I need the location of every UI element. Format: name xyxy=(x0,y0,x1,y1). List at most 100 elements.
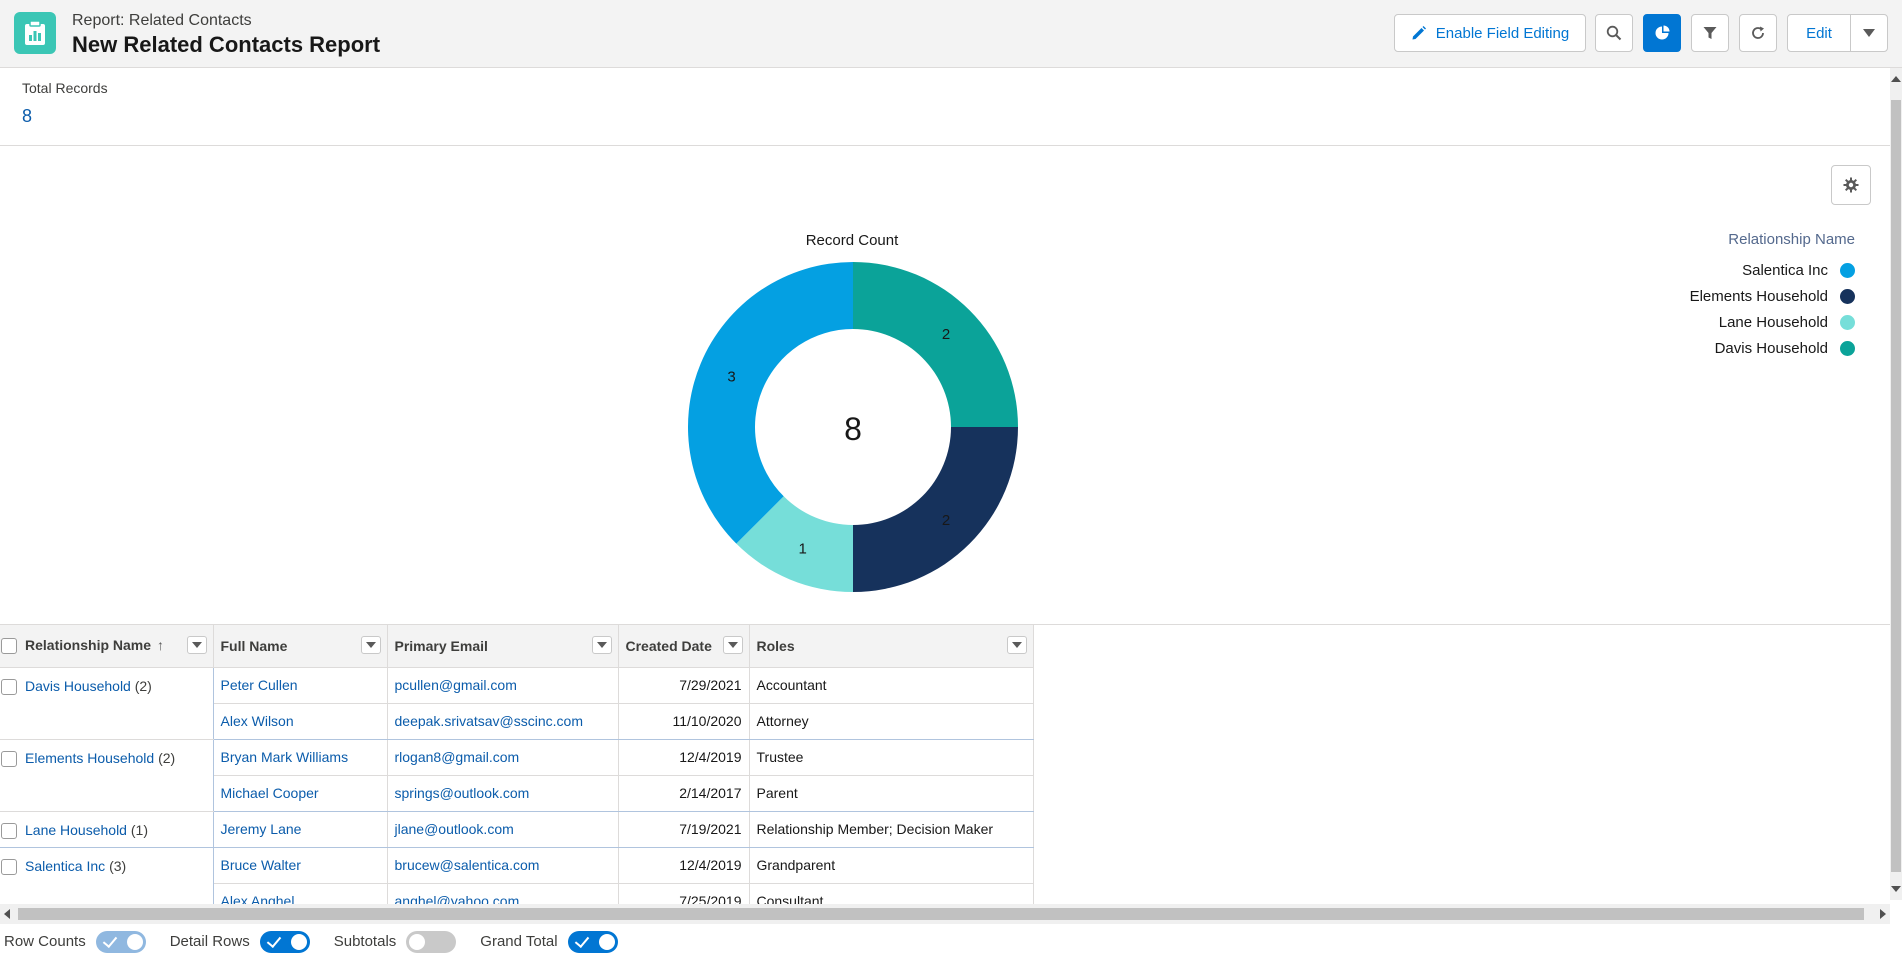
full-name-link[interactable]: Alex Anghel xyxy=(221,893,295,904)
detail-rows-label: Detail Rows xyxy=(169,933,250,950)
roles-cell: Grandparent xyxy=(749,847,1034,884)
created-date-cell: 7/29/2021 xyxy=(618,667,750,704)
scroll-up-icon[interactable] xyxy=(1891,76,1901,82)
group-count: (2) xyxy=(134,677,152,694)
group-count: (2) xyxy=(158,749,176,766)
donut-slice-label: 2 xyxy=(942,512,950,529)
report-type-label: Report: Related Contacts xyxy=(72,12,252,29)
enable-field-editing-label: Enable Field Editing xyxy=(1435,24,1570,42)
grand-total-label: Grand Total xyxy=(480,933,558,950)
legend-swatch xyxy=(1840,340,1855,356)
search-icon xyxy=(1606,25,1622,41)
total-records-value: 8 xyxy=(22,106,33,126)
column-header-created-date[interactable]: Created Date xyxy=(618,625,750,668)
row-checkbox[interactable] xyxy=(1,858,17,875)
chart-settings-button[interactable] xyxy=(1831,165,1871,205)
report-footer-toggles: Row Counts Detail Rows Subtotals Grand T… xyxy=(0,924,1902,959)
chart-toggle-button[interactable] xyxy=(1643,14,1681,52)
legend-item-label: Davis Household xyxy=(1714,339,1828,357)
legend-item[interactable]: Salentica Inc xyxy=(1560,260,1855,280)
email-link[interactable]: rlogan8@gmail.com xyxy=(395,749,520,765)
legend-item[interactable]: Elements Household xyxy=(1560,286,1855,306)
legend-item[interactable]: Davis Household xyxy=(1560,338,1855,358)
column-header-primary-email[interactable]: Primary Email xyxy=(387,625,619,668)
row-counts-label: Row Counts xyxy=(4,933,86,950)
sort-ascending-icon[interactable]: ↑ xyxy=(157,637,164,653)
group-count: (1) xyxy=(130,821,148,838)
email-link[interactable]: deepak.srivatsav@sscinc.com xyxy=(395,713,584,729)
refresh-button[interactable] xyxy=(1739,14,1777,52)
roles-cell: Accountant xyxy=(749,667,1034,704)
donut-slice-label: 2 xyxy=(942,326,950,343)
column-menu-button[interactable] xyxy=(186,636,207,654)
column-header-roles[interactable]: Roles xyxy=(749,625,1034,668)
group-link[interactable]: Davis Household xyxy=(25,678,131,694)
table-header-row: Relationship Name ↑ Full Name Primary Ema… xyxy=(0,625,1034,668)
email-link[interactable]: pcullen@gmail.com xyxy=(395,677,517,693)
donut-chart: 2 2 1 3 8 xyxy=(688,262,1018,592)
donut-slice-label: 1 xyxy=(799,540,807,557)
column-menu-button[interactable] xyxy=(591,636,612,654)
column-header-relationship-name[interactable]: Relationship Name ↑ xyxy=(0,625,214,668)
row-counts-toggle[interactable] xyxy=(95,930,146,953)
detail-rows-toggle[interactable] xyxy=(259,930,310,953)
row-checkbox[interactable] xyxy=(1,822,17,839)
vertical-scrollbar[interactable] xyxy=(1890,68,1902,900)
edit-label: Edit xyxy=(1806,24,1832,42)
group-link[interactable]: Salentica Inc xyxy=(25,858,105,874)
donut-slice-elements-household[interactable] xyxy=(853,427,1018,592)
email-link[interactable]: springs@outlook.com xyxy=(395,785,530,801)
full-name-link[interactable]: Alex Wilson xyxy=(221,713,294,729)
donut-slice-salentica-inc[interactable] xyxy=(688,262,853,544)
scroll-left-icon[interactable] xyxy=(4,909,10,919)
chevron-down-icon xyxy=(1862,28,1876,38)
row-checkbox[interactable] xyxy=(1,750,17,767)
full-name-link[interactable]: Bryan Mark Williams xyxy=(221,749,349,765)
full-name-link[interactable]: Jeremy Lane xyxy=(221,821,302,837)
email-link[interactable]: brucew@salentica.com xyxy=(395,857,540,873)
enable-field-editing-button[interactable]: Enable Field Editing xyxy=(1394,14,1586,52)
horizontal-scrollbar[interactable] xyxy=(0,904,1890,924)
report-table-container: Relationship Name ↑ Full Name Primary Ema… xyxy=(0,624,1890,904)
column-menu-button[interactable] xyxy=(1006,636,1027,654)
full-name-link[interactable]: Peter Cullen xyxy=(221,677,298,693)
donut-slice-label: 3 xyxy=(727,369,735,386)
roles-cell: Attorney xyxy=(749,703,1034,740)
vertical-scroll-thumb[interactable] xyxy=(1891,100,1901,872)
full-name-link[interactable]: Bruce Walter xyxy=(221,857,301,873)
scroll-down-icon[interactable] xyxy=(1891,886,1901,892)
column-menu-button[interactable] xyxy=(722,636,743,654)
roles-cell: Parent xyxy=(749,775,1034,812)
filter-button[interactable] xyxy=(1691,14,1729,52)
table-row: Davis Household (2) Peter Cullen pcullen… xyxy=(0,667,1034,740)
report-icon xyxy=(14,12,56,54)
select-all-checkbox[interactable] xyxy=(1,638,17,655)
search-button[interactable] xyxy=(1595,14,1633,52)
scroll-right-icon[interactable] xyxy=(1880,909,1886,919)
created-date-cell: 7/25/2019 xyxy=(618,883,750,904)
created-date-cell: 12/4/2019 xyxy=(618,847,750,884)
row-checkbox[interactable] xyxy=(1,678,17,695)
column-menu-button[interactable] xyxy=(360,636,381,654)
edit-button[interactable]: Edit xyxy=(1787,14,1851,52)
legend-item[interactable]: Lane Household xyxy=(1560,312,1855,332)
table-row: Elements Household (2) Bryan Mark Willia… xyxy=(0,739,1034,812)
full-name-link[interactable]: Michael Cooper xyxy=(221,785,319,801)
email-link[interactable]: anghel@yahoo.com xyxy=(395,893,520,904)
legend-item-label: Lane Household xyxy=(1718,313,1828,331)
pencil-icon xyxy=(1411,25,1427,41)
report-summary: Total Records 8 xyxy=(0,68,1890,146)
group-link[interactable]: Lane Household xyxy=(25,822,127,838)
donut-center-total: 8 xyxy=(844,411,862,447)
page-title: New Related Contacts Report xyxy=(72,32,381,57)
horizontal-scroll-thumb[interactable] xyxy=(18,908,1864,920)
chart-title: Record Count xyxy=(805,232,899,249)
grand-total-toggle[interactable] xyxy=(567,930,618,953)
donut-slice-davis-household[interactable] xyxy=(853,262,1018,427)
email-link[interactable]: jlane@outlook.com xyxy=(395,821,514,837)
subtotals-toggle[interactable] xyxy=(406,930,457,953)
edit-menu-button[interactable] xyxy=(1850,14,1888,52)
created-date-cell: 12/4/2019 xyxy=(618,739,750,776)
column-header-full-name[interactable]: Full Name xyxy=(213,625,388,668)
group-link[interactable]: Elements Household xyxy=(25,750,154,766)
